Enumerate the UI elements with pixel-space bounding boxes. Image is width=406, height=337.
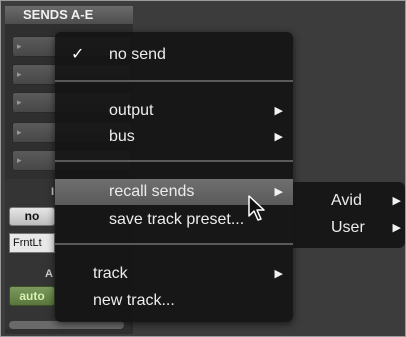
slot-arrow-icon: ▸ <box>17 97 22 107</box>
menu-separator <box>55 80 293 82</box>
mouse-cursor-icon <box>248 195 265 221</box>
window-frame: SENDS A-E ▸ ▸ ▸ ▸ ▸ I no FrntLt A auto ✓… <box>0 0 406 337</box>
submenu-item-avid[interactable]: Avid ▶ <box>293 188 405 214</box>
submenu-arrow-icon: ▶ <box>392 222 401 234</box>
menu-item-label: recall sends <box>109 183 195 200</box>
slot-arrow-icon: ▸ <box>17 69 22 79</box>
menu-item-label: save track preset... <box>109 211 245 228</box>
submenu-arrow-icon: ▶ <box>274 186 283 198</box>
submenu-item-label: Avid <box>331 192 362 209</box>
menu-item-output[interactable]: output ▶ <box>55 98 293 124</box>
submenu-item-label: User <box>331 219 365 236</box>
fader-track[interactable] <box>9 321 124 329</box>
recall-sends-submenu: Avid ▶ User ▶ <box>293 182 405 248</box>
pan-label: I <box>51 186 55 198</box>
menu-item-label: new track... <box>93 292 175 309</box>
menu-item-label: output <box>109 102 154 119</box>
submenu-arrow-icon: ▶ <box>274 131 283 143</box>
no-button[interactable]: no <box>9 207 55 226</box>
menu-item-bus[interactable]: bus ▶ <box>55 124 293 150</box>
slot-arrow-icon: ▸ <box>17 41 22 51</box>
menu-item-label: track <box>93 265 128 282</box>
output-selector[interactable]: FrntLt <box>9 233 55 253</box>
send-context-menu: ✓ no send output ▶ bus ▶ recall sends ▶ … <box>55 32 293 322</box>
submenu-arrow-icon: ▶ <box>274 268 283 280</box>
menu-item-label: no send <box>109 46 166 63</box>
slot-arrow-icon: ▸ <box>17 127 22 137</box>
automation-mode-button[interactable]: auto <box>9 286 55 306</box>
submenu-arrow-icon: ▶ <box>274 105 283 117</box>
sends-header: SENDS A-E <box>5 6 133 24</box>
menu-item-new-track[interactable]: new track... <box>55 288 293 314</box>
checkmark-icon: ✓ <box>71 46 85 63</box>
menu-item-no-send[interactable]: ✓ no send <box>55 42 293 68</box>
menu-separator <box>55 243 293 245</box>
menu-item-track[interactable]: track ▶ <box>55 261 293 287</box>
submenu-arrow-icon: ▶ <box>392 195 401 207</box>
menu-separator <box>55 160 293 162</box>
automation-label: A <box>45 268 53 280</box>
menu-item-label: bus <box>109 128 135 145</box>
submenu-item-user[interactable]: User ▶ <box>293 215 405 241</box>
slot-arrow-icon: ▸ <box>17 155 22 165</box>
